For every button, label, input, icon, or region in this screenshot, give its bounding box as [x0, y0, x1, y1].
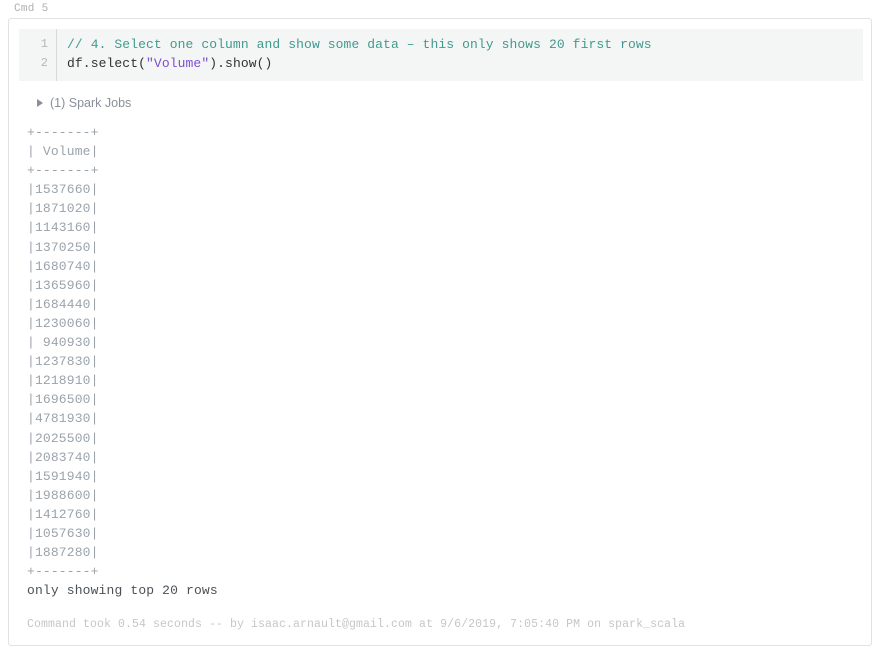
output-table-border-top: +-------+	[27, 125, 99, 140]
output-table-row: |4781930|	[27, 411, 99, 427]
output-table-row: |1696500|	[27, 392, 99, 408]
command-cell-card: 1 2 // 4. Select one column and show som…	[8, 18, 872, 646]
cell-output: +-------+ | Volume| +-------+ |1537660| …	[27, 123, 861, 600]
output-table-row: |1887280|	[27, 545, 99, 561]
output-table-border-bottom: +-------+	[27, 564, 99, 580]
output-table-row: |1680740|	[27, 258, 99, 274]
output-table-row: | 940930|	[27, 335, 99, 351]
editor-gutter: 1 2	[19, 29, 57, 81]
output-table-row: |1871020|	[27, 201, 99, 217]
output-table-row: |1218910|	[27, 373, 99, 389]
command-index-label: Cmd 5	[14, 3, 49, 15]
output-table-row: |2025500|	[27, 430, 99, 446]
code-token-string-literal: "Volume"	[146, 56, 210, 71]
code-line-2: df.select("Volume").show()	[67, 54, 857, 73]
output-table-row: |1684440|	[27, 296, 99, 312]
output-table-row: |1412760|	[27, 506, 99, 522]
code-token-comment: // 4. Select one column and show some da…	[67, 37, 652, 52]
output-table-row: |2083740|	[27, 449, 99, 465]
output-table-border-mid: +-------+	[27, 163, 99, 179]
code-editor[interactable]: 1 2 // 4. Select one column and show som…	[19, 29, 863, 81]
code-token-select-call: df.select(	[67, 56, 147, 71]
code-token-show-call: ).show()	[209, 56, 273, 71]
output-table-row: |1230060|	[27, 315, 99, 331]
command-status-footer: Command took 0.54 seconds -- by isaac.ar…	[27, 618, 686, 631]
line-number-2: 2	[40, 56, 48, 70]
triangle-right-icon[interactable]	[37, 99, 43, 107]
spark-jobs-label: (1) Spark Jobs	[50, 96, 132, 110]
notebook-cell-screen: Cmd 5 1 2 // 4. Select one column and sh…	[0, 0, 879, 652]
output-table-header-row: | Volume|	[27, 144, 99, 160]
output-table-row: |1237830|	[27, 354, 99, 370]
output-truncation-note: only showing top 20 rows	[27, 583, 218, 599]
output-table-row: |1057630|	[27, 525, 99, 541]
output-table-row: |1370250|	[27, 239, 99, 255]
code-line-1: // 4. Select one column and show some da…	[67, 35, 857, 54]
line-number-1: 1	[40, 37, 48, 51]
output-table-row: |1537660|	[27, 182, 99, 198]
output-table-row: |1143160|	[27, 220, 99, 236]
code-content[interactable]: // 4. Select one column and show some da…	[67, 35, 857, 73]
spark-jobs-expander[interactable]: (1) Spark Jobs	[37, 95, 131, 111]
output-table-row: |1988600|	[27, 487, 99, 503]
output-table-row: |1365960|	[27, 277, 99, 293]
output-table-row: |1591940|	[27, 468, 99, 484]
